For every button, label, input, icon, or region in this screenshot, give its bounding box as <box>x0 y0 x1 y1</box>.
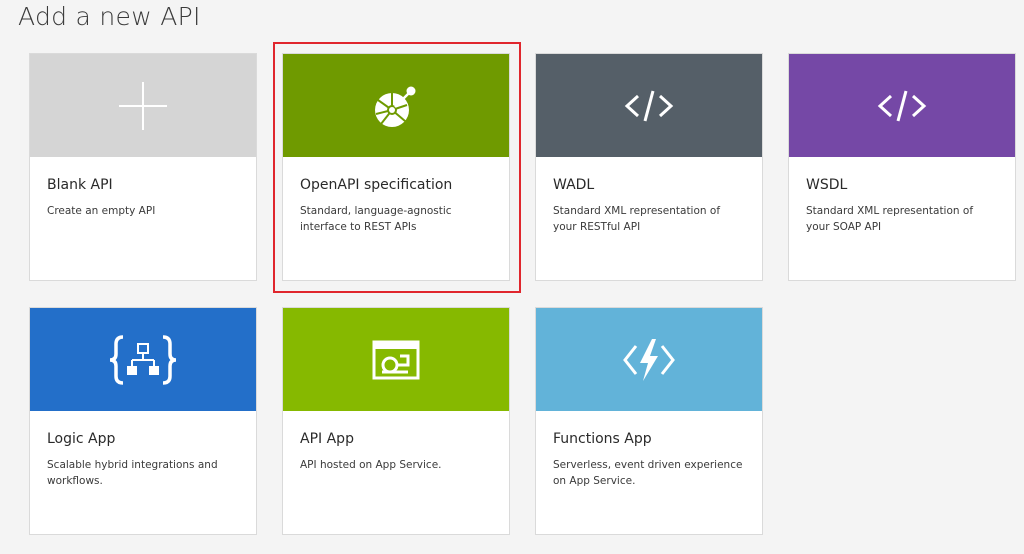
card-title: OpenAPI specification <box>300 177 453 193</box>
card-description: Create an empty API <box>47 205 156 217</box>
api-app-icon <box>370 338 422 382</box>
card-header <box>30 308 256 411</box>
card-logic-app[interactable]: Logic App Scalable hybrid integrations a… <box>29 307 257 535</box>
card-header <box>536 54 762 157</box>
card-header <box>283 54 509 157</box>
card-openapi-specification[interactable]: OpenAPI specification Standard, language… <box>282 53 510 281</box>
card-header <box>30 54 256 157</box>
card-blank-api[interactable]: Blank API Create an empty API <box>29 53 257 281</box>
card-title: Logic App <box>47 431 116 447</box>
openapi-icon <box>371 81 421 131</box>
functions-icon <box>621 336 677 384</box>
card-wadl[interactable]: WADL Standard XML representation of your… <box>535 53 763 281</box>
logic-app-icon <box>107 334 179 386</box>
card-header <box>789 54 1015 157</box>
card-header <box>536 308 762 411</box>
card-description: Scalable hybrid integrations and workflo… <box>47 459 218 487</box>
card-title: Functions App <box>553 431 652 447</box>
card-description: Standard XML representation of your SOAP… <box>806 205 974 233</box>
card-wsdl[interactable]: WSDL Standard XML representation of your… <box>788 53 1016 281</box>
card-description: Standard XML representation of your REST… <box>553 205 721 233</box>
card-api-app[interactable]: API App API hosted on App Service. <box>282 307 510 535</box>
card-title: Blank API <box>47 177 113 193</box>
card-description: API hosted on App Service. <box>300 459 442 471</box>
card-header <box>283 308 509 411</box>
card-functions-app[interactable]: Functions App Serverless, event driven e… <box>535 307 763 535</box>
card-description: Standard, language-agnostic interface to… <box>300 205 452 233</box>
card-title: WSDL <box>806 177 848 193</box>
card-description: Serverless, event driven experience on A… <box>553 459 743 487</box>
plus-icon <box>117 80 169 132</box>
page-title: Add a new API <box>18 2 201 31</box>
code-icon <box>623 86 675 126</box>
code-icon <box>876 86 928 126</box>
card-title: WADL <box>553 177 595 193</box>
card-title: API App <box>300 431 354 447</box>
